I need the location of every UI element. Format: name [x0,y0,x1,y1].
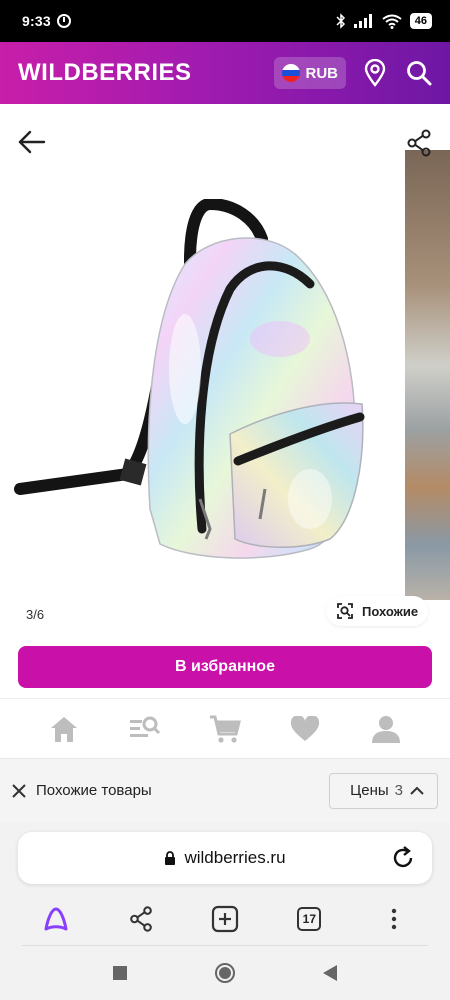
alice-button[interactable] [39,902,73,936]
add-to-favorites-button[interactable]: В избранное [18,646,432,688]
wifi-icon [382,14,402,29]
new-tab-button[interactable] [208,902,242,936]
address-text: wildberries.ru [184,848,286,867]
bluetooth-icon [336,13,345,29]
similar-products-label[interactable]: Похожие товары [36,782,152,799]
tab-profile[interactable] [366,709,406,749]
tab-catalog[interactable] [125,709,165,749]
more-button[interactable] [377,902,411,936]
search-icon[interactable] [404,58,434,88]
nav-back-icon[interactable] [322,964,338,982]
similar-products-bar: Похожие товары Цены 3 [0,758,450,822]
chevron-up-icon [410,786,424,795]
more-icon [391,908,396,930]
tab-cart[interactable] [205,709,245,749]
catalog-search-icon [129,716,160,737]
status-time: 9:33 [22,13,51,29]
share-icon [129,906,152,932]
status-bar: 9:33 46 [0,0,450,42]
similar-photos-label: Похожие [362,603,419,619]
next-product-photo[interactable] [405,150,450,600]
russia-flag-icon [281,64,300,82]
prices-label: Цены [350,782,389,799]
tab-favorites[interactable] [285,709,325,749]
alarm-icon [56,14,71,28]
currency-selector[interactable]: RUB [273,57,346,89]
system-navigation-bar [0,946,450,1000]
tabs-count: 17 [297,907,322,931]
tabs-button[interactable]: 17 [292,902,326,936]
nav-square-icon[interactable] [112,965,128,981]
app-header: WILDBERRIES RUB [0,42,450,104]
lock-icon [165,851,176,865]
prices-button[interactable]: Цены 3 [329,772,438,809]
browser-toolbar: wildberries.ru 17 [0,822,450,946]
signal-icon [353,14,372,28]
browser-tools: 17 [0,894,450,944]
reload-icon[interactable] [390,845,416,871]
photo-counter: 3/6 [18,602,53,628]
alice-icon [44,907,68,931]
share-icon[interactable] [404,128,434,158]
plus-icon [211,905,239,933]
similar-photos-button[interactable]: Похожие [326,596,429,626]
app-tab-bar [0,698,450,758]
heart-icon [291,715,320,741]
search-image-icon [337,603,353,619]
tab-home[interactable] [44,709,84,749]
profile-icon [371,715,400,743]
product-photo-backpack [14,199,365,559]
product-gallery[interactable]: 3/6 Похожие [0,104,450,636]
back-arrow-icon[interactable] [16,126,48,158]
location-pin-icon[interactable] [360,58,390,88]
brand-logo[interactable]: WILDBERRIES [18,59,192,87]
home-icon [51,716,78,742]
prices-count: 3 [394,782,403,799]
browser-share-button[interactable] [124,902,158,936]
address-bar[interactable]: wildberries.ru [18,832,432,884]
nav-circle-icon[interactable] [214,962,236,984]
close-icon[interactable] [10,782,28,800]
status-indicators: 46 [336,13,432,29]
battery-indicator: 46 [409,13,432,29]
cart-icon [209,715,241,743]
currency-label: RUB [305,64,339,82]
